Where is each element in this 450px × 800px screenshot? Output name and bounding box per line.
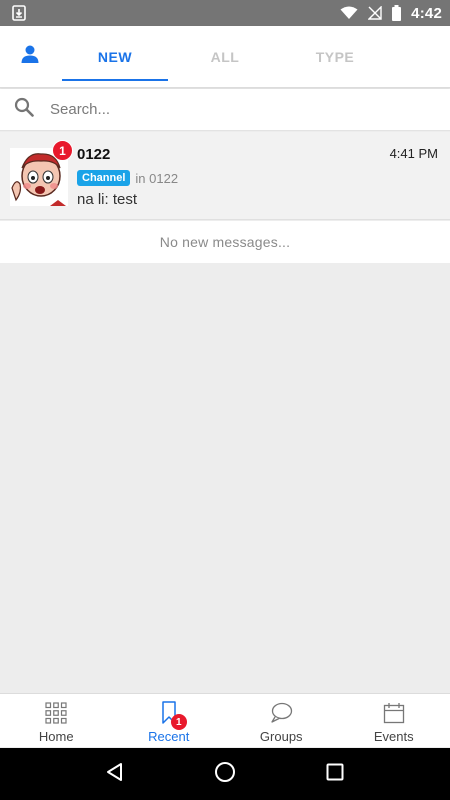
status-time: 4:42	[411, 4, 442, 22]
grid-icon	[45, 701, 67, 725]
conversation-time: 4:41 PM	[389, 146, 438, 161]
tab-all[interactable]: ALL	[170, 26, 280, 87]
conversation-preview: na li: test	[77, 191, 138, 208]
search-input[interactable]	[50, 101, 410, 118]
bottom-nav: Home 1 Recent Groups Events	[0, 693, 450, 747]
nav-events-label: Events	[373, 729, 414, 744]
nav-groups-label: Groups	[259, 729, 303, 744]
tab-new[interactable]: NEW	[60, 26, 170, 87]
search-icon	[14, 97, 34, 122]
bookmark-icon: 1	[161, 701, 187, 730]
person-icon	[20, 44, 40, 69]
tab-type[interactable]: TYPE	[280, 26, 390, 87]
tab-header: NEW ALL TYPE	[0, 26, 450, 88]
nav-home[interactable]: Home	[0, 694, 113, 747]
chat-bubbles-icon	[269, 701, 293, 725]
nav-recent[interactable]: 1 Recent	[113, 694, 226, 747]
calendar-icon	[383, 701, 405, 725]
overview-button[interactable]	[315, 754, 355, 794]
download-icon	[12, 5, 26, 21]
nav-groups[interactable]: Groups	[225, 694, 338, 747]
channel-tag: Channel	[77, 170, 131, 186]
nav-recent-label: Recent	[148, 729, 190, 744]
nav-events[interactable]: Events	[338, 694, 450, 747]
no-new-messages-notice: No new messages...	[0, 221, 450, 263]
back-triangle-icon	[105, 762, 125, 787]
back-button[interactable]	[95, 754, 135, 794]
conversation-row[interactable]: 1 0122 4:41 PM Channel in 0122 na li: te…	[0, 132, 450, 220]
profile-button[interactable]	[0, 26, 60, 87]
conversation-location: in 0122	[135, 170, 179, 186]
nav-home-label: Home	[38, 729, 74, 744]
overview-square-icon	[326, 763, 344, 786]
battery-icon	[392, 5, 402, 21]
conversation-name: 0122	[77, 146, 111, 163]
system-nav-bar	[0, 748, 450, 800]
home-button[interactable]	[205, 754, 245, 794]
signal-off-icon	[368, 6, 382, 20]
unread-badge: 1	[52, 140, 73, 161]
recent-badge: 1	[170, 714, 187, 730]
home-circle-icon	[214, 761, 236, 788]
conversation-meta: Channel in 0122	[77, 170, 178, 186]
status-bar: 4:42	[0, 0, 450, 26]
search-bar	[0, 89, 450, 131]
wifi-icon	[340, 6, 358, 20]
